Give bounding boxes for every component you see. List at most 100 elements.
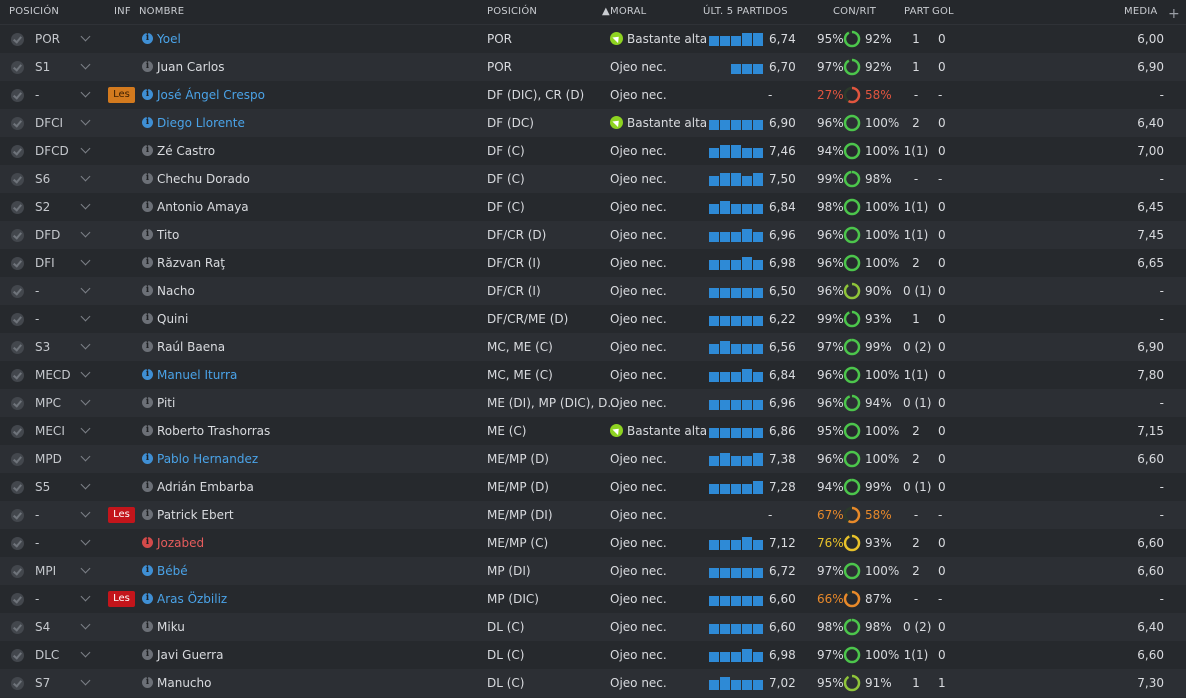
chevron-down-icon[interactable] — [80, 535, 91, 546]
table-row[interactable]: - i Quini DF/CR/ME (D) Ojeo nec. 6,22 99% 93% 1 0… — [0, 305, 1186, 334]
player-name[interactable]: Jozabed — [157, 536, 204, 550]
player-name[interactable]: Manucho — [157, 676, 211, 690]
check-circle-icon[interactable] — [11, 397, 24, 410]
player-name[interactable]: Juan Carlos — [157, 60, 225, 74]
col-moral[interactable]: MORAL — [610, 6, 646, 17]
check-circle-icon[interactable] — [11, 341, 24, 354]
col-inf[interactable]: INF — [114, 6, 131, 17]
chevron-down-icon[interactable] — [80, 367, 91, 378]
chevron-down-icon[interactable] — [80, 619, 91, 630]
info-icon[interactable]: i — [142, 621, 153, 632]
table-row[interactable]: DFD i Tito DF/CR (D) Ojeo nec. 6,96 96% 100% 1(1… — [0, 221, 1186, 250]
chevron-down-icon[interactable] — [80, 87, 91, 98]
chevron-down-icon[interactable] — [80, 227, 91, 238]
chevron-down-icon[interactable] — [80, 143, 91, 154]
player-name[interactable]: Diego Llorente — [157, 116, 245, 130]
chevron-down-icon[interactable] — [80, 423, 91, 434]
table-row[interactable]: DFCD i Zé Castro DF (C) Ojeo nec. 7,46 94% 100%… — [0, 137, 1186, 166]
player-name[interactable]: Pablo Hernandez — [157, 452, 258, 466]
info-icon[interactable]: i — [142, 481, 153, 492]
check-circle-icon[interactable] — [11, 201, 24, 214]
chevron-down-icon[interactable] — [80, 675, 91, 686]
check-circle-icon[interactable] — [11, 173, 24, 186]
info-icon[interactable]: i — [142, 89, 153, 100]
sort-asc-icon[interactable]: ▲ — [602, 6, 610, 17]
col-gol[interactable]: GOL — [932, 6, 954, 17]
table-row[interactable]: DLC i Javi Guerra DL (C) Ojeo nec. 6,98 97% 100… — [0, 641, 1186, 670]
check-circle-icon[interactable] — [11, 285, 24, 298]
col-nombre[interactable]: NOMBRE — [139, 6, 184, 17]
check-circle-icon[interactable] — [11, 89, 24, 102]
table-row[interactable]: S4 i Miku DL (C) Ojeo nec. 6,60 98% 98% 0 (2) 0 6,… — [0, 613, 1186, 642]
info-icon[interactable]: i — [142, 649, 153, 660]
chevron-down-icon[interactable] — [80, 199, 91, 210]
info-icon[interactable]: i — [142, 313, 153, 324]
chevron-down-icon[interactable] — [80, 311, 91, 322]
table-row[interactable]: S2 i Antonio Amaya DF (C) Ojeo nec. 6,84 98% 10… — [0, 193, 1186, 222]
table-row[interactable]: S6 i Chechu Dorado DF (C) Ojeo nec. 7,50 99% 98… — [0, 165, 1186, 194]
table-row[interactable]: MECD i Manuel Iturra MC, ME (C) Ojeo nec. 6,8… — [0, 361, 1186, 390]
info-icon[interactable]: i — [142, 677, 153, 688]
table-row[interactable]: MPI i Bébé MP (DI) Ojeo nec. 6,72 97% 100% 2 0 6,6… — [0, 557, 1186, 586]
chevron-down-icon[interactable] — [80, 115, 91, 126]
check-circle-icon[interactable] — [11, 117, 24, 130]
chevron-down-icon[interactable] — [80, 171, 91, 182]
add-column-button[interactable]: + — [1168, 6, 1180, 22]
player-name[interactable]: Adrián Embarba — [157, 480, 254, 494]
col-media[interactable]: MEDIA — [1124, 6, 1157, 17]
chevron-down-icon[interactable] — [80, 339, 91, 350]
table-row[interactable]: POR i Yoel POR Bastante alta 6,74 95% 92% 1 0 6,00 — [0, 25, 1186, 54]
chevron-down-icon[interactable] — [80, 395, 91, 406]
player-name[interactable]: Răzvan Raţ — [157, 256, 225, 270]
info-icon[interactable]: i — [142, 61, 153, 72]
chevron-down-icon[interactable] — [80, 507, 91, 518]
table-row[interactable]: S3 i Raúl Baena MC, ME (C) Ojeo nec. 6,56 97% 9… — [0, 333, 1186, 362]
check-circle-icon[interactable] — [11, 537, 24, 550]
info-icon[interactable]: i — [142, 229, 153, 240]
table-row[interactable]: DFI i Răzvan Raţ DF/CR (I) Ojeo nec. 6,98 96% 1… — [0, 249, 1186, 278]
player-name[interactable]: Javi Guerra — [157, 648, 223, 662]
check-circle-icon[interactable] — [11, 313, 24, 326]
info-icon[interactable]: i — [142, 593, 153, 604]
player-name[interactable]: Bébé — [157, 564, 188, 578]
check-circle-icon[interactable] — [11, 369, 24, 382]
chevron-down-icon[interactable] — [80, 647, 91, 658]
player-name[interactable]: Raúl Baena — [157, 340, 225, 354]
col-posicion-2[interactable]: POSICIÓN — [487, 6, 537, 17]
table-row[interactable]: - Les i Patrick Ebert ME/MP (DI) Ojeo nec. - 67… — [0, 501, 1186, 530]
chevron-down-icon[interactable] — [80, 479, 91, 490]
player-name[interactable]: Nacho — [157, 284, 195, 298]
info-icon[interactable]: i — [142, 33, 153, 44]
player-name[interactable]: Patrick Ebert — [157, 508, 234, 522]
col-posicion[interactable]: POSICIÓN — [9, 6, 59, 17]
player-name[interactable]: Manuel Iturra — [157, 368, 237, 382]
table-row[interactable]: - Les i José Ángel Crespo DF (DIC), CR (D) Oj… — [0, 81, 1186, 110]
player-name[interactable]: Tito — [157, 228, 179, 242]
info-icon[interactable]: i — [142, 285, 153, 296]
player-name[interactable]: Zé Castro — [157, 144, 215, 158]
chevron-down-icon[interactable] — [80, 591, 91, 602]
info-icon[interactable]: i — [142, 117, 153, 128]
info-icon[interactable]: i — [142, 453, 153, 464]
check-circle-icon[interactable] — [11, 677, 24, 690]
check-circle-icon[interactable] — [11, 453, 24, 466]
col-ult5[interactable]: ÚLT. 5 PARTIDOS — [703, 6, 788, 17]
check-circle-icon[interactable] — [11, 229, 24, 242]
col-conrit[interactable]: CON/RIT — [833, 6, 876, 17]
check-circle-icon[interactable] — [11, 621, 24, 634]
table-row[interactable]: MECI i Roberto Trashorras ME (C) Bastante al… — [0, 417, 1186, 446]
chevron-down-icon[interactable] — [80, 31, 91, 42]
info-icon[interactable]: i — [142, 173, 153, 184]
player-name[interactable]: Piti — [157, 396, 175, 410]
table-row[interactable]: S5 i Adrián Embarba ME/MP (D) Ojeo nec. 7,28 9… — [0, 473, 1186, 502]
info-icon[interactable]: i — [142, 257, 153, 268]
check-circle-icon[interactable] — [11, 145, 24, 158]
player-name[interactable]: Roberto Trashorras — [157, 424, 270, 438]
info-icon[interactable]: i — [142, 397, 153, 408]
table-row[interactable]: - Les i Aras Özbiliz MP (DIC) Ojeo nec. 6,60 66… — [0, 585, 1186, 614]
chevron-down-icon[interactable] — [80, 255, 91, 266]
table-row[interactable]: S7 i Manucho DL (C) Ojeo nec. 7,02 95% 91% 1 1 7,3… — [0, 669, 1186, 698]
table-row[interactable]: S1 i Juan Carlos POR Ojeo nec. 6,70 97% 92% 1 0 6,… — [0, 53, 1186, 82]
chevron-down-icon[interactable] — [80, 59, 91, 70]
check-circle-icon[interactable] — [11, 509, 24, 522]
